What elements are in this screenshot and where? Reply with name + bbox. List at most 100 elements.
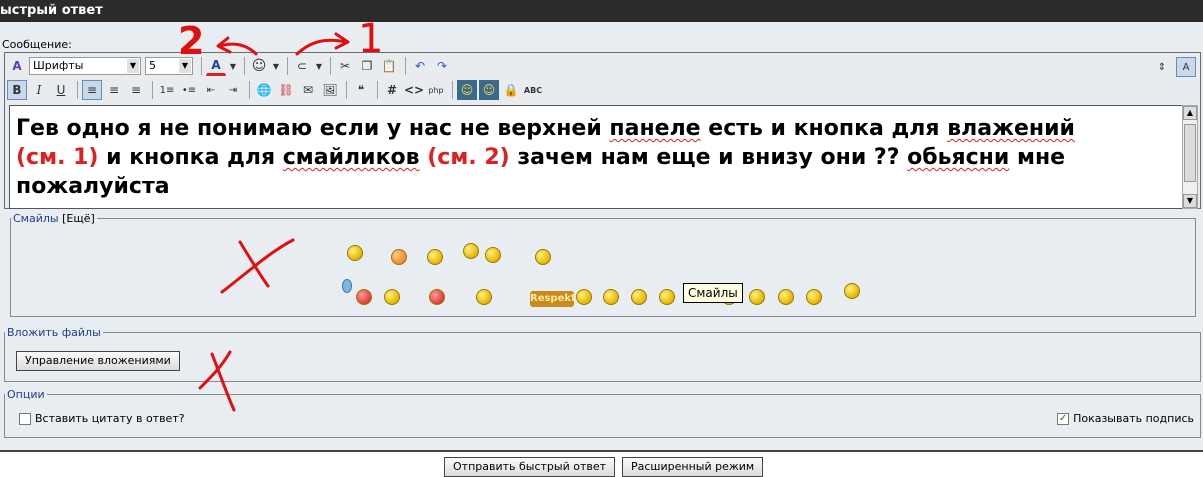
more-smilies-link[interactable]: [Ещё] — [62, 212, 95, 225]
smiley-icon[interactable] — [659, 289, 675, 305]
smiley-icon[interactable] — [631, 289, 647, 305]
unlink-icon[interactable]: ⛓ — [276, 80, 296, 100]
smiley-icon[interactable] — [485, 247, 501, 263]
copy-icon[interactable]: ❐ — [357, 56, 377, 76]
align-right-icon[interactable]: ≡ — [126, 80, 146, 100]
smiley-icon[interactable] — [844, 283, 860, 299]
toolbar-separator — [249, 81, 250, 99]
spellcheck-icon[interactable]: ABC — [523, 80, 543, 100]
toolbar-row-1: A Шрифты ▼ 5 ▼ A ▼ ☺ ▼ ⊂ ▼ ✂ ❐ 📋 ↶ ↷ — [7, 55, 454, 77]
hide-icon[interactable]: ☺ — [479, 80, 499, 100]
smiley-icon[interactable] — [427, 249, 443, 265]
attachment-icon[interactable]: ⊂ — [292, 56, 312, 76]
smiley-icon[interactable] — [603, 289, 619, 305]
attachments-legend: Вложить файлы — [7, 326, 101, 339]
signature-option-label: Показывать подпись — [1073, 412, 1194, 425]
italic-icon[interactable]: I — [29, 80, 49, 100]
insert-image-icon[interactable]: 🖼 — [320, 80, 340, 100]
message-label: Сообщение: — [2, 38, 72, 51]
smiley-icon[interactable] — [429, 289, 445, 305]
action-bar: Отправить быстрый ответ Расширенный режи… — [0, 450, 1203, 477]
toolbar-separator — [77, 81, 78, 99]
font-select[interactable]: Шрифты ▼ — [29, 57, 141, 75]
smiley-insert-icon[interactable]: ☺ — [249, 56, 269, 76]
unordered-list-icon[interactable]: •≡ — [179, 80, 199, 100]
toolbar-separator — [330, 57, 331, 75]
remove-format-icon[interactable]: A — [7, 56, 27, 76]
switch-editor-mode-icon[interactable]: A — [1176, 57, 1196, 77]
smiley-icon[interactable] — [778, 289, 794, 305]
smiley-icon[interactable] — [576, 289, 592, 305]
quote-option[interactable]: Вставить цитату в ответ? — [19, 412, 185, 425]
manage-attachments-button[interactable]: Управление вложениями — [16, 351, 180, 371]
indent-icon[interactable]: ⇥ — [223, 80, 243, 100]
smiley-icon[interactable] — [476, 289, 492, 305]
spoiler-icon[interactable]: ☺ — [457, 80, 477, 100]
respekt-smiley-icon[interactable]: Respekt — [530, 291, 576, 307]
text-part: влажений — [947, 116, 1075, 141]
lock-icon[interactable]: 🔒 — [501, 80, 521, 100]
window-title: ыстрый ответ — [0, 3, 103, 18]
undo-icon[interactable]: ↶ — [410, 56, 430, 76]
code-icon[interactable]: <> — [404, 80, 424, 100]
signature-option[interactable]: ✓ Показывать подпись — [1057, 412, 1194, 425]
smiley-icon[interactable] — [463, 243, 479, 259]
balloon-icon[interactable] — [342, 279, 352, 293]
smilies-box: Смайлы [Ещё] Respekt Смайлы — [10, 212, 1196, 317]
resize-editor-icon[interactable]: ⇕ — [1152, 57, 1172, 77]
toolbar-separator — [377, 81, 378, 99]
smiley-icon[interactable] — [391, 249, 407, 265]
chevron-down-icon: ▼ — [127, 59, 139, 73]
smiley-icon[interactable] — [749, 289, 765, 305]
smiley-icon[interactable] — [806, 289, 822, 305]
size-select-value: 5 — [149, 59, 156, 72]
text-color-icon[interactable]: A — [206, 56, 226, 76]
ordered-list-icon[interactable]: 1≡ — [157, 80, 177, 100]
toolbar-separator — [287, 57, 288, 75]
editor-scrollbar[interactable]: ▲ ▼ — [1182, 105, 1198, 209]
bold-icon[interactable]: B — [7, 80, 27, 100]
scroll-up-icon[interactable]: ▲ — [1183, 106, 1197, 120]
chevron-down-icon[interactable]: ▼ — [228, 56, 238, 76]
quote-option-label: Вставить цитату в ответ? — [35, 412, 185, 425]
smilies-legend-label: Смайлы — [13, 212, 59, 225]
outdent-icon[interactable]: ⇤ — [201, 80, 221, 100]
toolbar-separator — [452, 81, 453, 99]
redo-icon[interactable]: ↷ — [432, 56, 452, 76]
quick-reply-panel: Сообщение: A Шрифты ▼ 5 ▼ A ▼ ☺ ▼ ⊂ ▼ ✂ … — [0, 22, 1203, 450]
smiley-icon[interactable] — [356, 289, 372, 305]
hash-icon[interactable]: # — [382, 80, 402, 100]
underline-icon[interactable]: U — [51, 80, 71, 100]
signature-checkbox[interactable]: ✓ — [1057, 412, 1070, 425]
scroll-thumb[interactable] — [1184, 124, 1196, 182]
chevron-down-icon[interactable]: ▼ — [271, 56, 281, 76]
smilies-tooltip: Смайлы — [683, 283, 743, 303]
scroll-down-icon[interactable]: ▼ — [1183, 194, 1197, 208]
smiley-icon[interactable] — [535, 249, 551, 265]
cut-icon[interactable]: ✂ — [335, 56, 355, 76]
align-left-icon[interactable]: ≡ — [82, 80, 102, 100]
submit-quick-reply-button[interactable]: Отправить быстрый ответ — [444, 457, 616, 477]
size-select[interactable]: 5 ▼ — [145, 57, 193, 75]
message-editor: A Шрифты ▼ 5 ▼ A ▼ ☺ ▼ ⊂ ▼ ✂ ❐ 📋 ↶ ↷ ⇕ A… — [4, 52, 1201, 209]
advanced-mode-button[interactable]: Расширенный режим — [622, 457, 764, 477]
message-textarea[interactable]: Гев одно я не понимаю если у нас не верх… — [9, 105, 1186, 209]
toolbar-row-2: B I U ≡ ≡ ≡ 1≡ •≡ ⇤ ⇥ 🌐 ⛓ ✉ 🖼 ❝ # <> php… — [7, 79, 545, 101]
email-link-icon[interactable]: ✉ — [298, 80, 318, 100]
quote-icon[interactable]: ❝ — [351, 80, 371, 100]
text-part: панеле — [609, 116, 701, 141]
text-part: и кнопка для — [98, 145, 283, 170]
paste-icon[interactable]: 📋 — [379, 56, 399, 76]
toolbar-separator — [346, 81, 347, 99]
link-icon[interactable]: 🌐 — [254, 80, 274, 100]
chevron-down-icon[interactable]: ▼ — [314, 56, 324, 76]
smiley-icon[interactable] — [384, 289, 400, 305]
toolbar-separator — [152, 81, 153, 99]
window-title-bar: ыстрый ответ — [0, 0, 1203, 22]
php-icon[interactable]: php — [426, 80, 446, 100]
text-part: (см. 2) — [427, 145, 510, 170]
toolbar-separator — [244, 57, 245, 75]
align-center-icon[interactable]: ≡ — [104, 80, 124, 100]
smiley-icon[interactable] — [347, 245, 363, 261]
quote-checkbox[interactable] — [19, 412, 31, 425]
